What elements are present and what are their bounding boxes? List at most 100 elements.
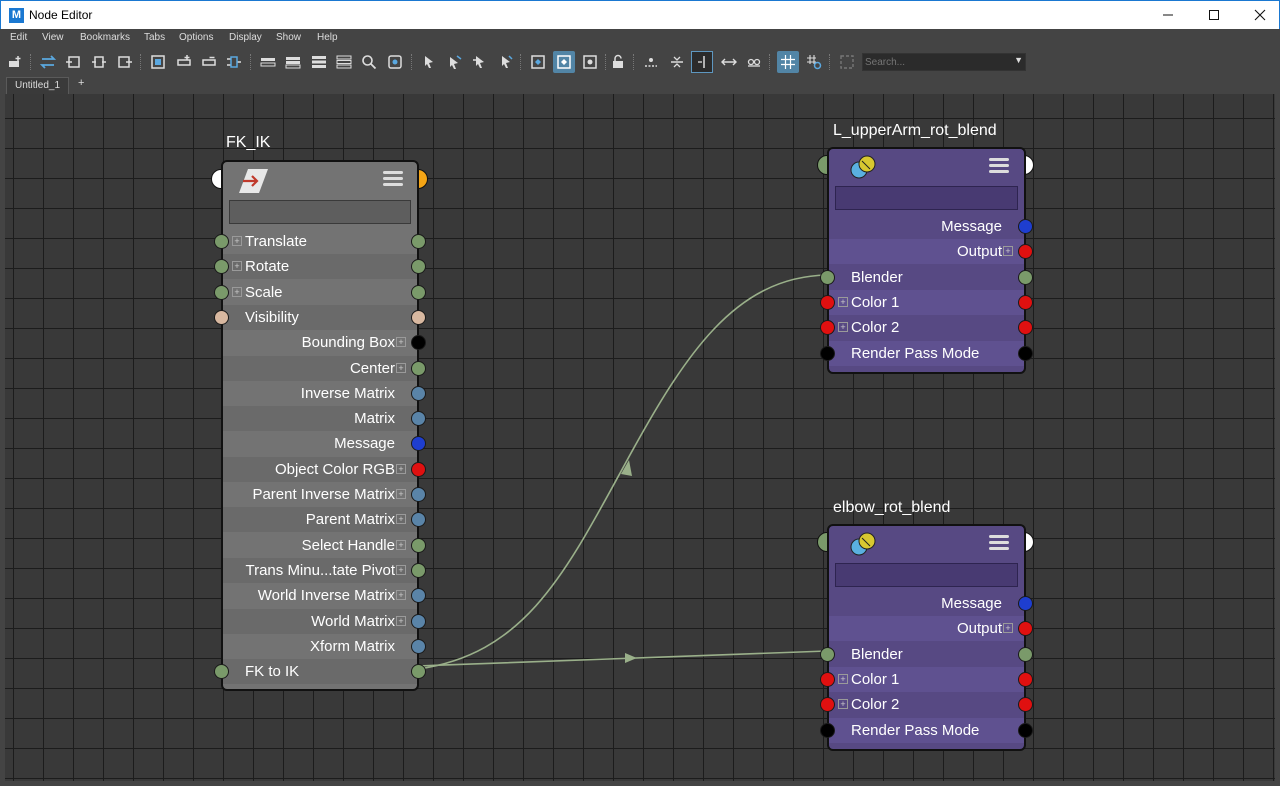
output-port[interactable]	[411, 537, 426, 553]
attribute-row[interactable]: Message	[223, 431, 426, 456]
output-port[interactable]	[1018, 345, 1033, 361]
expand-plus-icon[interactable]: +	[232, 236, 242, 246]
toolbar-button-simple-mode[interactable]	[257, 51, 279, 73]
toolbar-button-remove-selected[interactable]	[198, 51, 220, 73]
toolbar-button-add-selected[interactable]	[173, 51, 195, 73]
toolbar-button-outputs[interactable]	[114, 51, 136, 73]
toolbar-button-layout[interactable]	[223, 51, 245, 73]
toolbar-button-divider[interactable]	[691, 51, 713, 73]
toolbar-button-full-mode[interactable]	[308, 51, 330, 73]
toolbar-button-snapshot[interactable]	[384, 51, 406, 73]
input-port[interactable]	[820, 269, 835, 285]
toolbar-button-attr-view-3[interactable]	[579, 51, 601, 73]
node-menu-icon[interactable]	[383, 171, 403, 188]
expand-plus-icon[interactable]: +	[838, 296, 848, 307]
attribute-row[interactable]: Message	[829, 591, 1033, 616]
output-port[interactable]	[411, 234, 426, 249]
input-port[interactable]	[214, 664, 229, 680]
node-menu-icon[interactable]	[989, 535, 1009, 552]
output-port[interactable]	[411, 562, 426, 578]
expand-plus-icon[interactable]: +	[1003, 623, 1013, 634]
attribute-row[interactable]: Output +	[829, 239, 1033, 265]
input-port[interactable]	[214, 259, 229, 275]
expand-plus-icon[interactable]: +	[396, 590, 406, 601]
input-port[interactable]	[820, 722, 835, 738]
expand-plus-icon[interactable]: +	[396, 564, 406, 575]
toolbar-button-in-out[interactable]	[88, 51, 110, 73]
add-tab-button[interactable]: +	[78, 77, 84, 89]
attribute-row[interactable]: Visibility	[214, 304, 426, 330]
toolbar-button-frame-selection[interactable]	[836, 51, 858, 73]
output-port[interactable]	[411, 360, 426, 376]
attribute-row[interactable]: Translate +	[214, 229, 426, 254]
menu-edit[interactable]: Edit	[10, 32, 27, 43]
input-port[interactable]	[820, 320, 835, 336]
node-name-field[interactable]	[835, 186, 1018, 210]
attribute-row[interactable]: Scale +	[214, 280, 426, 305]
attribute-row[interactable]: World Inverse Matrix +	[223, 583, 426, 608]
attribute-row[interactable]: Parent Inverse Matrix +	[223, 482, 426, 507]
toolbar-button-connected-mode[interactable]	[282, 51, 304, 73]
search-field[interactable]: ▼	[862, 53, 1026, 71]
chevron-down-icon[interactable]: ▼	[1014, 55, 1023, 65]
output-port[interactable]	[411, 309, 426, 325]
node-menu-icon[interactable]	[989, 158, 1009, 175]
expand-plus-icon[interactable]: +	[396, 514, 406, 525]
minimize-button[interactable]	[1145, 1, 1191, 29]
input-port[interactable]	[214, 284, 229, 300]
menu-bookmarks[interactable]: Bookmarks	[80, 32, 130, 43]
menu-tabs[interactable]: Tabs	[144, 32, 165, 43]
toolbar-button-pin[interactable]	[418, 51, 440, 73]
attribute-row[interactable]: Color 1 +	[820, 666, 1033, 692]
attribute-row[interactable]: World Matrix +	[223, 608, 426, 634]
output-port[interactable]	[1018, 671, 1033, 687]
output-port[interactable]	[411, 284, 426, 300]
toolbar-button-attr-view-2[interactable]	[553, 51, 575, 73]
input-port[interactable]	[820, 646, 835, 662]
expand-plus-icon[interactable]: +	[396, 463, 406, 474]
output-port[interactable]	[1018, 596, 1033, 611]
output-port[interactable]	[1018, 219, 1033, 234]
toolbar-button-grid-snap[interactable]	[640, 51, 662, 73]
input-port[interactable]	[820, 671, 835, 687]
output-port[interactable]	[411, 411, 426, 427]
input-port[interactable]	[820, 294, 835, 310]
attribute-row[interactable]: Output +	[829, 616, 1033, 642]
expand-plus-icon[interactable]: +	[838, 322, 848, 333]
wire-fk-to-elbow-blender[interactable]	[417, 650, 828, 667]
toolbar-button-grid[interactable]	[777, 51, 799, 73]
menu-view[interactable]: View	[42, 32, 64, 43]
attribute-row[interactable]: Blender	[820, 642, 1033, 667]
attribute-row[interactable]: Trans Minu...tate Pivot +	[223, 557, 426, 583]
attribute-row[interactable]: Color 1 +	[820, 289, 1033, 315]
toolbar-button-unpin-all[interactable]	[494, 51, 516, 73]
expand-plus-icon[interactable]: +	[396, 489, 406, 499]
expand-plus-icon[interactable]: +	[396, 337, 406, 348]
output-port[interactable]	[411, 613, 426, 629]
expand-plus-icon[interactable]: +	[232, 261, 242, 272]
output-port[interactable]	[411, 664, 426, 680]
search-input[interactable]	[865, 55, 1005, 69]
toolbar-button-inputs[interactable]	[62, 51, 84, 73]
output-port[interactable]	[411, 461, 426, 477]
attribute-row[interactable]: Object Color RGB +	[223, 456, 426, 482]
toolbar-button-align[interactable]	[666, 51, 688, 73]
node-name-field[interactable]	[229, 200, 411, 224]
menu-display[interactable]: Display	[229, 32, 262, 43]
expand-plus-icon[interactable]: +	[838, 699, 848, 710]
node-graph-canvas[interactable]: FK_IK Translate + Rotate + Scale + Visibility B…	[5, 94, 1275, 781]
toolbar-button-lock[interactable]	[607, 51, 629, 73]
toolbar-button-spread[interactable]	[718, 51, 740, 73]
toolbar-button-search[interactable]	[358, 51, 380, 73]
attribute-row[interactable]: Select Handle +	[223, 533, 426, 558]
node-name-field[interactable]	[835, 563, 1018, 587]
tab-untitled-1[interactable]: Untitled_1	[6, 77, 70, 94]
toolbar-button-graph[interactable]	[37, 51, 59, 73]
menu-options[interactable]: Options	[179, 32, 213, 43]
output-port[interactable]	[1018, 269, 1033, 285]
attribute-row[interactable]: Render Pass Mode	[820, 340, 1033, 366]
output-port[interactable]	[411, 385, 426, 401]
attribute-row[interactable]: Color 2 +	[820, 315, 1033, 340]
attribute-row[interactable]: FK to IK	[214, 659, 426, 685]
node-elbow-rot-blend[interactable]: Message Output + Blender Color 1 + Color 2 + Ren…	[820, 524, 1033, 751]
